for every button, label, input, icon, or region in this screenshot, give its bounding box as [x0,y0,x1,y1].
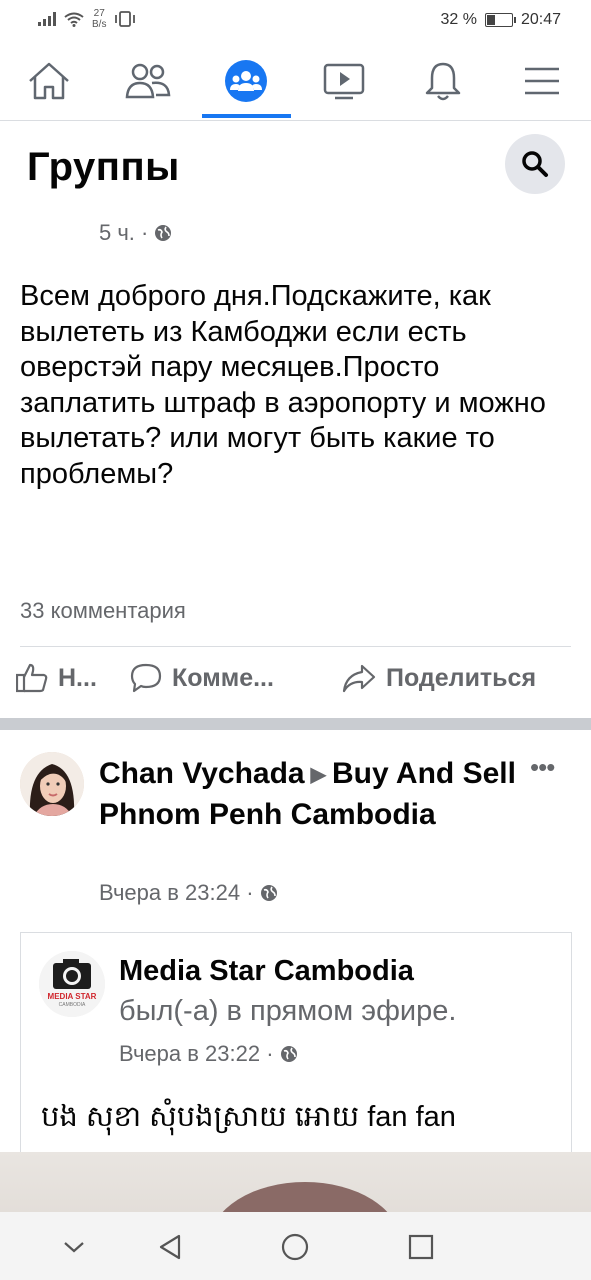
video-icon [323,63,365,100]
live-status: был(-а) в прямом эфире. [119,995,457,1027]
shared-text: បង សុខា សុំបងស្រាយ អោយ fan fan [41,1101,456,1133]
status-left: 27 B/s [38,8,136,30]
search-button[interactable] [505,134,565,194]
square-icon [408,1234,434,1260]
globe-icon [260,885,277,901]
author-name[interactable]: Chan Vychada [99,757,305,790]
signal-icon [38,12,56,26]
groups-icon [225,60,267,102]
chevron-down-icon [64,1242,84,1253]
thumbs-up-icon [16,663,48,693]
bell-icon [425,62,461,101]
page-title: Группы [27,145,180,189]
battery-icon [484,13,516,27]
post-actions: Н... Комме... Поделиться [0,663,591,703]
battery-fill [486,15,496,25]
post-meta: 5 ч. · [99,220,172,246]
clock: 20:47 [520,11,561,28]
menu-icon [525,67,559,95]
comment-icon [130,663,162,693]
comments-count[interactable]: 33 комментария [20,598,186,624]
back-triangle-icon [159,1234,181,1260]
logo-text: MEDIA STAR [48,992,97,1001]
recents-button[interactable] [403,1229,439,1265]
nav-watch[interactable] [295,42,393,120]
active-tab-indicator [202,114,291,118]
like-button[interactable]: Н... [16,663,97,693]
friends-icon [125,63,171,99]
wifi-icon [64,12,84,27]
comment-label: Комме... [172,663,274,692]
battery-percent: 32 % [440,11,477,28]
like-label: Н... [58,663,97,692]
network-speed-value: 27 [93,8,105,19]
post-text: Всем доброго дня.Подскажите, как вылетет… [20,280,546,490]
shared-time: Вчера в 23:22 · [119,1041,274,1066]
search-icon [522,151,548,177]
divider [20,646,571,647]
vibrate-icon [115,11,136,27]
status-bar: 27 B/s 32 % 20:47 [0,0,591,42]
nav-friends[interactable] [99,42,197,120]
author-avatar[interactable] [20,752,84,816]
post-time: 5 ч. · [99,220,149,245]
nav-menu[interactable] [493,42,591,120]
network-speed: 27 B/s [92,8,106,30]
avatar-photo [20,752,84,816]
globe-icon [280,1046,297,1062]
logo-subtext: CAMBODIA [59,1002,86,1008]
page-name[interactable]: Media Star Cambodia [119,955,414,988]
collapse-button[interactable] [56,1229,92,1265]
share-button[interactable]: Поделиться [342,663,536,693]
nav-notifications[interactable] [394,42,492,120]
home-circle-icon [281,1233,309,1261]
post-author-line: Chan Vychada ▶ Buy And Sell Phnom Penh Cam… [99,754,519,835]
camera-logo-icon: MEDIA STAR CAMBODIA [39,951,105,1017]
groups-header: Группы [0,121,591,201]
more-options-button[interactable]: ••• [530,752,555,783]
share-label: Поделиться [386,663,537,692]
arrow-right-icon: ▶ [310,764,327,787]
home-icon [29,62,69,100]
back-button[interactable] [152,1229,188,1265]
network-speed-unit: B/s [92,19,107,30]
top-navigation [0,42,591,121]
home-button[interactable] [277,1229,313,1265]
shared-meta: Вчера в 23:22 · [119,1041,298,1067]
system-navigation [0,1212,591,1280]
post-time: Вчера в 23:24 · [99,880,254,905]
share-icon [342,664,376,693]
post-meta: Вчера в 23:24 · [99,880,278,906]
shared-post[interactable]: MEDIA STAR CAMBODIA Media Star Cambodia … [20,932,572,1163]
status-right: 32 % 20:47 [440,11,561,29]
feed-separator [0,718,591,730]
nav-home[interactable] [0,42,98,120]
comment-button[interactable]: Комме... [130,663,274,693]
page-avatar[interactable]: MEDIA STAR CAMBODIA [39,951,105,1017]
globe-icon [155,225,172,241]
nav-groups[interactable] [197,42,295,120]
